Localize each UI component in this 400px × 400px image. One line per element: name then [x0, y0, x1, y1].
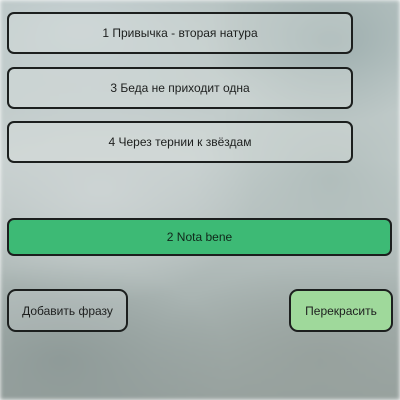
- phrase-button-4[interactable]: 4 Через тернии к звёздам: [7, 121, 353, 163]
- phrase-label: 1 Привычка - вторая натура: [102, 26, 258, 40]
- add-phrase-label: Добавить фразу: [22, 303, 113, 318]
- blurred-background: [0, 0, 400, 400]
- phrase-button-3[interactable]: 3 Беда не приходит одна: [7, 67, 353, 109]
- phrase-label: 2 Nota bene: [166, 230, 233, 244]
- phrase-button-2-selected[interactable]: 2 Nota bene: [7, 218, 392, 256]
- recolor-button[interactable]: Перекрасить: [289, 289, 393, 332]
- phrase-label: 3 Беда не приходит одна: [110, 81, 250, 95]
- phrase-button-1[interactable]: 1 Привычка - вторая натура: [7, 12, 353, 54]
- phrase-label: 4 Через тернии к звёздам: [108, 135, 252, 149]
- recolor-label: Перекрасить: [305, 303, 377, 318]
- add-phrase-button[interactable]: Добавить фразу: [7, 289, 128, 332]
